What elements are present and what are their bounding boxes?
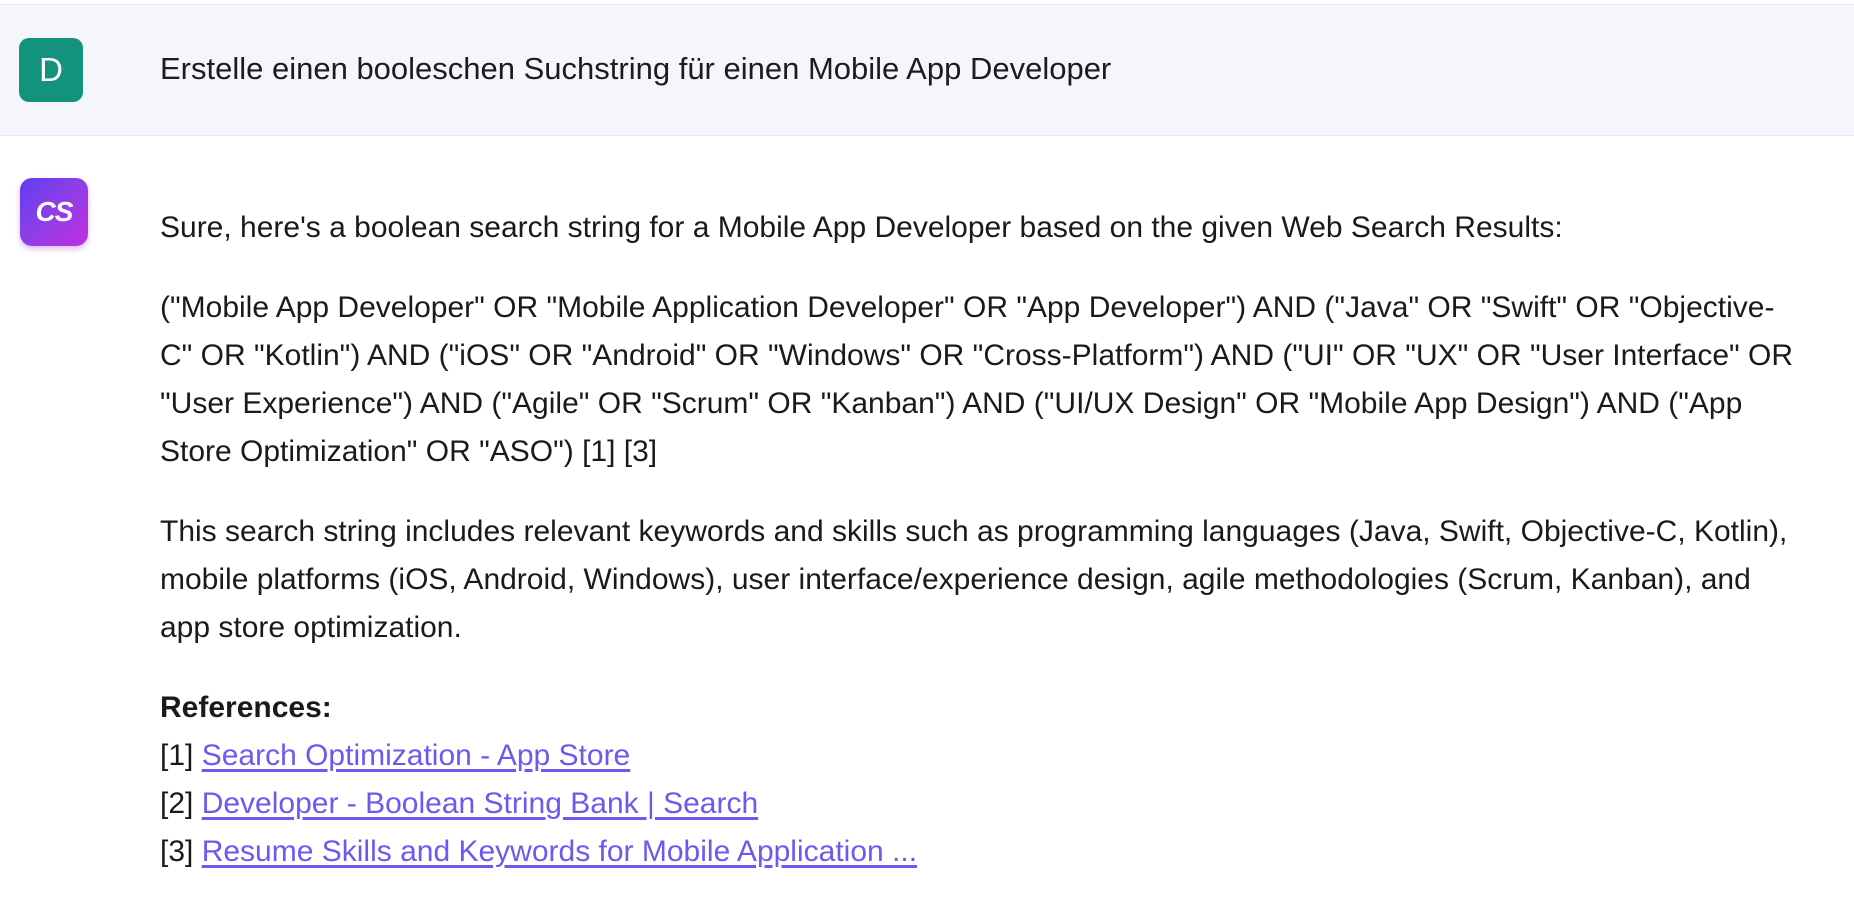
boolean-search-string: ("Mobile App Developer" OR "Mobile Appli… bbox=[160, 291, 1793, 468]
assistant-intro: Sure, here's a boolean search string for… bbox=[160, 211, 1563, 244]
reference-link-1[interactable]: Search Optimization - App Store bbox=[202, 739, 631, 772]
references-section: References: [1] Search Optimization - Ap… bbox=[160, 684, 1800, 876]
assistant-logo-label: CS bbox=[35, 196, 74, 227]
references-title: References: bbox=[160, 691, 332, 724]
reference-item-3: [3] Resume Skills and Keywords for Mobil… bbox=[160, 828, 1800, 876]
user-message-row: D Erstelle einen booleschen Suchstring f… bbox=[0, 4, 1854, 136]
reference-link-2[interactable]: Developer - Boolean String Bank | Search bbox=[202, 787, 758, 820]
user-message-text: Erstelle einen booleschen Suchstring für… bbox=[160, 51, 1112, 86]
reference-link-3[interactable]: Resume Skills and Keywords for Mobile Ap… bbox=[202, 835, 917, 868]
reference-item-1: [1] Search Optimization - App Store bbox=[160, 732, 1800, 780]
reference-index: [2] bbox=[160, 787, 194, 820]
assistant-message: Sure, here's a boolean search string for… bbox=[160, 204, 1800, 876]
user-avatar: D bbox=[19, 38, 83, 102]
reference-index: [3] bbox=[160, 835, 194, 868]
assistant-explanation: This search string includes relevant key… bbox=[160, 515, 1788, 644]
reference-item-2: [2] Developer - Boolean String Bank | Se… bbox=[160, 780, 1800, 828]
reference-index: [1] bbox=[160, 739, 194, 772]
assistant-logo-icon: CS bbox=[20, 178, 88, 246]
